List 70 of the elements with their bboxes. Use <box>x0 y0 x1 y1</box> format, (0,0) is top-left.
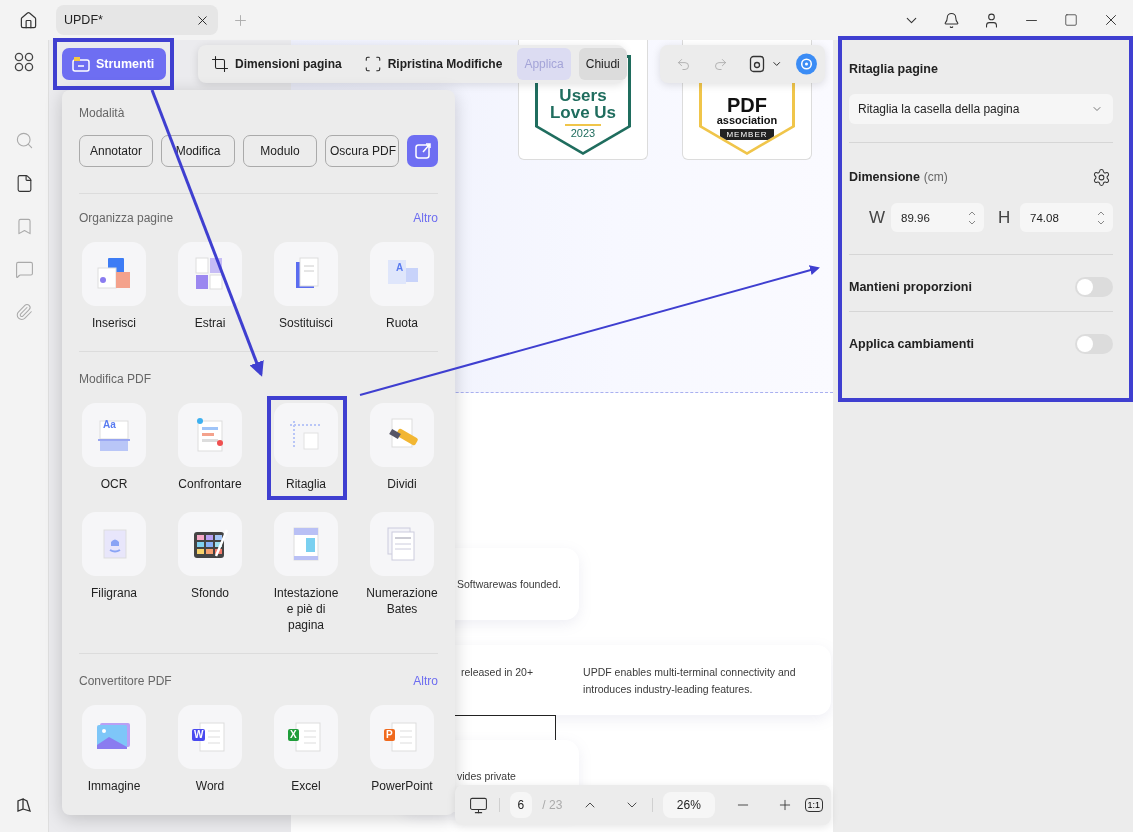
field-label: H <box>998 207 1012 228</box>
zoom-field[interactable]: 26% <box>662 792 715 818</box>
mode-button[interactable]: Modifica <box>161 135 235 167</box>
toggle-switch[interactable] <box>1075 277 1113 297</box>
toolbar-button[interactable]: Ripristina Modifiche <box>356 48 510 80</box>
mode-button[interactable]: Modulo <box>243 135 317 167</box>
page-number-field[interactable]: 6 <box>509 792 533 818</box>
tool-button[interactable]: Aa OCR <box>66 403 162 492</box>
corners-icon <box>363 55 382 73</box>
toggle-switch[interactable] <box>1075 334 1113 354</box>
more-link[interactable]: Altro <box>413 674 438 688</box>
tool-button[interactable]: Confrontare <box>162 403 258 492</box>
toggle-label: Mantieni proporzioni <box>849 280 972 294</box>
toggle-label: Applica cambiamenti <box>849 337 975 351</box>
badge-caption: 2023 <box>564 124 602 140</box>
tool-button[interactable]: Immagine <box>66 705 162 794</box>
section-title: Organizza pagine <box>79 211 174 225</box>
badge-text: Users <box>559 87 607 104</box>
crop-icon <box>211 55 229 73</box>
badge-text: PDF <box>727 95 767 115</box>
card-text: Softwarewas founded. <box>457 577 561 592</box>
icon-letter: A <box>395 262 405 274</box>
tool-button[interactable]: Intestazione e piè di pagina <box>258 512 354 633</box>
icon-letter: P <box>384 729 395 741</box>
tool-button[interactable]: Numerazione Bates <box>354 512 450 617</box>
document-tab[interactable]: UPDF* <box>56 5 218 35</box>
tool-button[interactable]: Sostituisci <box>258 242 354 331</box>
badge-text: Love Us <box>549 104 617 121</box>
badge-text: association <box>716 115 778 126</box>
card-text: released in 20+ <box>461 665 534 680</box>
icon-letter: Aa <box>102 419 117 431</box>
icon-letter: W <box>192 729 206 741</box>
mode-button[interactable]: Annotator <box>79 135 153 167</box>
stepper-icon[interactable] <box>968 210 976 225</box>
crop-mode-dropdown[interactable]: Ritaglia la casella della pagina <box>849 94 1113 124</box>
stepper-icon[interactable] <box>1097 210 1105 225</box>
tool-button[interactable]: Inserisci <box>66 242 162 331</box>
tool-button[interactable]: Estrai <box>162 242 258 331</box>
more-link[interactable]: Altro <box>413 211 438 225</box>
tools-button[interactable]: Strumenti <box>62 48 167 80</box>
tool-button[interactable]: X Excel <box>258 705 354 794</box>
tool-button[interactable]: Filigrana <box>66 512 162 601</box>
tool-button[interactable]: W Word <box>162 705 258 794</box>
dimension-label: Dimensione (cm) <box>849 170 948 184</box>
external-link-icon <box>413 142 432 160</box>
toolbar-button[interactable]: Chiudi <box>578 48 627 80</box>
tab-title: UPDF* <box>64 13 103 27</box>
badge-caption: MEMBER <box>720 129 774 140</box>
toolbox-icon <box>72 56 90 72</box>
card-text: UPDF enables multi-terminal connectivity and introduces industry-leading features. <box>583 665 797 697</box>
mode-button[interactable]: Oscura PDF <box>325 135 399 167</box>
tool-button[interactable]: Ritaglia <box>258 403 354 492</box>
icon-letter: X <box>288 729 299 741</box>
field-label: W <box>869 207 883 228</box>
panel-title: Ritaglia pagine <box>849 62 939 76</box>
toolbar-button[interactable]: Dimensioni pagina <box>204 48 349 80</box>
page-total: / 23 <box>542 798 563 812</box>
tool-button[interactable]: Dividi <box>354 403 450 492</box>
apps-icon[interactable] <box>14 52 34 72</box>
open-external-button[interactable] <box>407 135 438 167</box>
tool-button[interactable]: P PowerPoint <box>354 705 450 794</box>
section-title: Modalità <box>79 106 126 120</box>
tool-button[interactable]: A Ruota <box>354 242 450 331</box>
tool-button[interactable]: Sfondo <box>162 512 258 601</box>
section-title: Modifica PDF <box>79 372 152 386</box>
number-input[interactable]: 74.08 <box>1020 203 1113 232</box>
actual-size-button[interactable]: 1:1 <box>804 798 824 812</box>
number-input[interactable]: 89.96 <box>891 203 984 232</box>
card-text: vides private <box>457 769 516 784</box>
section-title: Convertitore PDF <box>79 674 172 688</box>
